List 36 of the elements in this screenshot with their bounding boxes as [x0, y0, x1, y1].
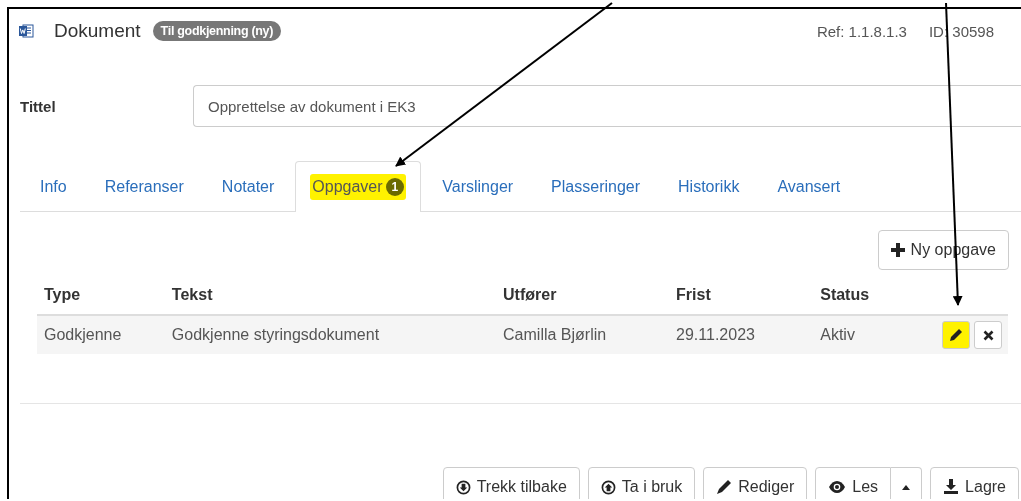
tab[interactable]: Info: [23, 161, 84, 212]
tab[interactable]: Avansert: [760, 161, 858, 212]
caret-icon: [902, 484, 911, 490]
table-cell: Camilla Bjørlin: [496, 315, 670, 354]
download-icon: [943, 479, 960, 495]
tab[interactable]: Notater: [204, 161, 292, 212]
table-cell: 29.11.2023: [669, 315, 814, 354]
edit-button[interactable]: Rediger: [703, 467, 808, 499]
reference-number: Ref: 1.1.8.1.3: [816, 22, 907, 40]
tab[interactable]: Plasseringer: [534, 161, 658, 212]
pencil-icon: [949, 328, 963, 342]
edit-button[interactable]: [942, 321, 970, 349]
status-badge: Til godkjenning (ny): [152, 21, 282, 41]
tab[interactable]: Varslinger: [425, 161, 531, 212]
close-icon: [982, 329, 994, 341]
delete-button[interactable]: [974, 321, 1002, 349]
eye-icon: [828, 480, 847, 494]
save-button[interactable]: Lagre: [930, 467, 1019, 499]
word-document-icon: [18, 23, 34, 39]
tab[interactable]: Oppgaver 1: [295, 161, 422, 212]
withdraw-button[interactable]: Trekk tilbake: [442, 467, 580, 499]
tab[interactable]: Referanser: [87, 161, 201, 212]
plus-icon: [890, 243, 905, 257]
read-button[interactable]: Les: [815, 467, 892, 499]
window-title: Dokument: [54, 20, 141, 42]
down-circle-icon: [455, 479, 471, 495]
field-label: Tittel: [19, 97, 57, 115]
title-field[interactable]: Opprettelse av dokument i EK3: [193, 85, 1021, 127]
pencil-icon: [716, 479, 733, 495]
tab[interactable]: Historikk: [661, 161, 757, 212]
up-circle-icon: [600, 479, 616, 495]
table-cell: Aktiv: [813, 315, 931, 354]
table-cell: Godkjenne styringsdokument: [164, 315, 497, 354]
table-cell: Godkjenne: [37, 315, 165, 354]
count-badge: 1: [385, 178, 405, 196]
publish-button[interactable]: Ta i bruk: [587, 467, 696, 499]
